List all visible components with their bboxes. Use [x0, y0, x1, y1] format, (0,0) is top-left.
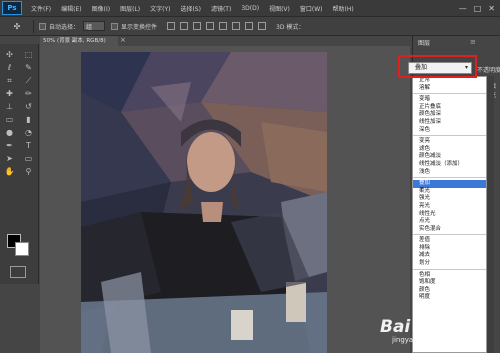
minimize-icon[interactable]: —	[459, 4, 467, 13]
auto-select-checkbox[interactable]	[39, 22, 46, 30]
blend-option-difference[interactable]: 差值	[413, 237, 486, 245]
tab-close-icon[interactable]: ×	[120, 36, 126, 44]
blend-option-color-dodge[interactable]: 颜色减淡	[413, 153, 486, 161]
blend-option-overlay[interactable]: 叠加	[413, 180, 486, 188]
align-top-icon[interactable]	[167, 22, 176, 30]
align-center-icon[interactable]	[219, 22, 228, 30]
highlight-box	[398, 55, 477, 78]
document-tab[interactable]: 50% (背景 副本, RGB/8)	[40, 36, 118, 46]
move-tool-icon[interactable]: ✣	[6, 20, 28, 33]
distribute-icon[interactable]	[245, 22, 254, 30]
blend-option-darken[interactable]: 变暗	[413, 96, 486, 104]
background-color-swatch[interactable]	[15, 242, 29, 256]
blur-icon[interactable]: ●	[4, 128, 16, 138]
layers-tab[interactable]: 图层	[418, 38, 430, 47]
divider	[33, 19, 34, 33]
stamp-icon[interactable]: ⊥	[4, 102, 16, 112]
blend-option-lighter-color[interactable]: 浅色	[413, 169, 486, 177]
eraser-icon[interactable]: ▭	[4, 115, 16, 125]
photoshop-logo: Ps	[2, 1, 22, 15]
menu-type[interactable]: 文字(Y)	[145, 4, 175, 13]
show-transform-label: 显示变换控件	[121, 23, 158, 31]
watermark-logo: Bai 经验	[380, 317, 451, 337]
blend-option-linear-burn[interactable]: 线性加深	[413, 119, 486, 127]
align-right-icon[interactable]	[232, 22, 241, 30]
maximize-icon[interactable]: □	[474, 4, 482, 13]
mode-3d-label: 3D 模式：	[276, 23, 305, 31]
history-brush-icon[interactable]: ↺	[23, 102, 35, 112]
blend-option-hard-mix[interactable]: 实色混合	[413, 226, 486, 234]
blend-option-subtract[interactable]: 减去	[413, 252, 486, 260]
menu-help[interactable]: 帮助(H)	[328, 4, 359, 13]
blend-option-saturation[interactable]: 饱和度	[413, 279, 486, 287]
blend-option-color-burn[interactable]: 颜色加深	[413, 111, 486, 119]
menu-edit[interactable]: 编辑(E)	[56, 4, 86, 13]
menu-image[interactable]: 图像(I)	[87, 4, 115, 13]
options-bar: ✣ 自动选择： 组 显示变换控件 3D 模式：	[0, 17, 500, 36]
align-bottom-icon[interactable]	[193, 22, 202, 30]
window-controls: — □ ✕	[459, 4, 500, 13]
auto-select-dropdown[interactable]: 组	[83, 21, 106, 31]
blend-option-linear-light[interactable]: 线性光	[413, 211, 486, 219]
brush-icon[interactable]: ✏	[23, 89, 35, 99]
zoom-icon[interactable]: ⚲	[23, 167, 35, 177]
menu-bar: Ps 文件(F) 编辑(E) 图像(I) 图层(L) 文字(Y) 选择(S) 滤…	[0, 0, 500, 17]
blend-option-dissolve[interactable]: 溶解	[413, 85, 486, 93]
quick-mask-icon[interactable]	[10, 266, 26, 278]
distribute-h-icon[interactable]	[258, 22, 267, 30]
blend-option-pin-light[interactable]: 点光	[413, 218, 486, 226]
blend-option-normal[interactable]: 正常	[413, 77, 486, 85]
close-icon[interactable]: ✕	[488, 4, 495, 13]
menu-file[interactable]: 文件(F)	[26, 4, 56, 13]
menu-window[interactable]: 窗口(W)	[295, 4, 328, 13]
blend-option-divide[interactable]: 划分	[413, 260, 486, 268]
blend-option-luminosity[interactable]: 明度	[413, 294, 486, 302]
align-buttons	[167, 22, 267, 30]
quick-select-icon[interactable]: ✎	[23, 63, 35, 73]
blend-option-lighten[interactable]: 变亮	[413, 138, 486, 146]
eyedropper-icon[interactable]: ⟋	[23, 76, 35, 86]
show-transform-checkbox[interactable]	[111, 22, 119, 30]
gradient-icon[interactable]: ▮	[23, 115, 35, 125]
move-icon[interactable]: ✣	[4, 50, 16, 60]
tools-panel: ✣ ⬚ ℓ ✎ ⌗ ⟋ ✚ ✏ ⊥ ↺ ▭ ▮ ● ◔ ✒ T ➤ ▭ ✋ ⚲	[0, 44, 39, 284]
auto-select-label: 自动选择：	[49, 23, 80, 31]
blend-option-hard-light[interactable]: 强光	[413, 195, 486, 203]
photo-low-poly-image	[81, 52, 327, 353]
watermark: Bai 经验 jingyan.baidu.com	[380, 312, 498, 350]
blend-option-darker-color[interactable]: 深色	[413, 127, 486, 135]
blend-option-linear-dodge[interactable]: 线性减淡（添加）	[413, 161, 486, 169]
menu-view[interactable]: 视图(V)	[264, 4, 295, 13]
type-icon[interactable]: T	[23, 141, 35, 151]
healing-icon[interactable]: ✚	[4, 89, 16, 99]
crop-icon[interactable]: ⌗	[4, 76, 16, 86]
lasso-icon[interactable]: ℓ	[4, 63, 16, 73]
menu-select[interactable]: 选择(S)	[175, 4, 206, 13]
canvas-photo[interactable]	[81, 52, 327, 353]
align-left-icon[interactable]	[206, 22, 215, 30]
shape-icon[interactable]: ▭	[23, 154, 35, 164]
menu-3d[interactable]: 3D(D)	[236, 5, 264, 12]
menu-filter[interactable]: 滤镜(T)	[206, 4, 236, 13]
dodge-icon[interactable]: ◔	[23, 128, 35, 138]
blend-option-vivid-light[interactable]: 亮光	[413, 203, 486, 211]
opacity-label: 不透明度	[477, 67, 500, 74]
panel-menu-icon[interactable]: ≡	[470, 38, 476, 46]
marquee-icon[interactable]: ⬚	[23, 50, 35, 60]
menu-layer[interactable]: 图层(L)	[115, 4, 145, 13]
watermark-url: jingyan.baidu.com	[392, 336, 457, 344]
path-select-icon[interactable]: ➤	[4, 154, 16, 164]
hand-icon[interactable]: ✋	[4, 167, 16, 177]
align-middle-icon[interactable]	[180, 22, 189, 30]
pen-icon[interactable]: ✒	[4, 141, 16, 151]
